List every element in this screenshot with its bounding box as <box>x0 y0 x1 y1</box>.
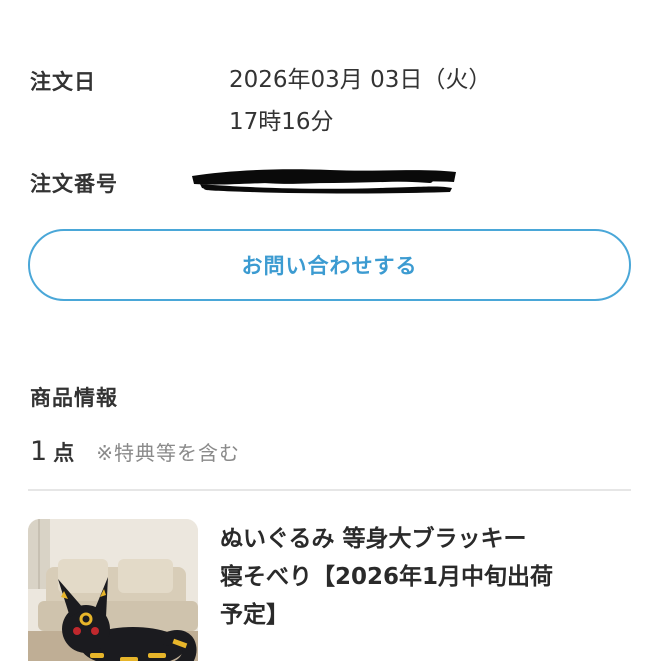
order-number-redacted <box>192 169 456 194</box>
contact-button[interactable]: お問い合わせする <box>28 229 631 301</box>
item-count-row: 1 点 ※特典等を含む <box>30 436 240 467</box>
product-thumbnail[interactable] <box>28 519 198 661</box>
product-info-heading: 商品情報 <box>30 386 118 410</box>
order-date-value: 2026年03月 03日（火） <box>229 67 492 93</box>
umbreon-plush-image <box>28 519 198 661</box>
item-count-note: ※特典等を含む <box>96 441 240 465</box>
product-name-link[interactable]: ぬいぐるみ 等身大ブラッキー 寝そべり【2026年1月中旬出荷 予定】 <box>220 520 640 634</box>
order-number-label: 注文番号 <box>30 172 118 196</box>
item-count-unit: 点 <box>53 441 75 465</box>
item-count-number: 1 <box>30 436 48 467</box>
order-time-value: 17時16分 <box>229 109 334 135</box>
contact-button-label: お問い合わせする <box>241 254 418 278</box>
order-date-label: 注文日 <box>30 70 96 94</box>
order-detail-page: 注文日 2026年03月 03日（火） 17時16分 注文番号 お問い合わせする… <box>0 0 661 661</box>
divider <box>28 489 631 491</box>
